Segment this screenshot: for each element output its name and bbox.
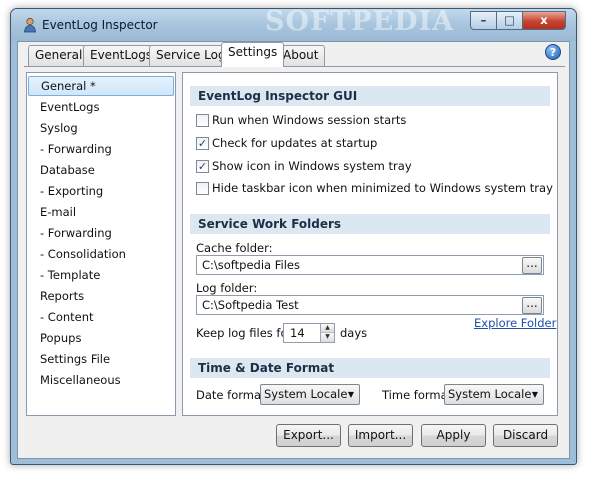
- nav-item-eventlogs[interactable]: EventLogs: [28, 97, 174, 117]
- cache-folder-value: C:\softpedia Files: [202, 258, 300, 272]
- watermark-text: SOFTPEDIA: [265, 6, 455, 37]
- chevron-down-icon: ▼: [347, 390, 354, 399]
- tab-strip-border: [24, 66, 565, 67]
- check-updates-checkbox[interactable]: ✓: [196, 137, 209, 150]
- window-title: EventLog Inspector: [42, 18, 158, 32]
- nav-item-database[interactable]: Database: [28, 160, 174, 180]
- nav-item-reports[interactable]: Reports: [28, 286, 174, 306]
- app-icon[interactable]: [22, 17, 38, 33]
- date-format-label: Date format:: [196, 388, 270, 402]
- maximize-button[interactable]: □: [496, 11, 523, 30]
- keep-log-days-stepper[interactable]: 14 ▲ ▼: [283, 323, 335, 343]
- apply-button[interactable]: Apply: [421, 424, 486, 447]
- show-tray-icon-checkbox[interactable]: ✓: [196, 160, 209, 173]
- nav-item-database-exporting[interactable]: - Exporting: [28, 181, 174, 201]
- section-header-time-date: Time & Date Format: [190, 358, 550, 378]
- section-header-gui: EventLog Inspector GUI: [190, 86, 550, 106]
- spin-down-icon[interactable]: ▼: [320, 333, 334, 342]
- cache-folder-browse-button[interactable]: ...: [522, 257, 542, 274]
- cache-folder-label: Cache folder:: [196, 241, 273, 255]
- show-tray-icon-label: Show icon in Windows system tray: [212, 159, 412, 173]
- nav-item-email[interactable]: E-mail: [28, 202, 174, 222]
- log-folder-value: C:\Softpedia Test: [202, 298, 299, 312]
- run-at-startup-checkbox[interactable]: [196, 114, 209, 127]
- close-button[interactable]: x: [522, 11, 566, 30]
- spin-up-icon[interactable]: ▲: [320, 324, 334, 333]
- time-format-select[interactable]: System Locale ▼: [444, 384, 544, 405]
- tab-settings[interactable]: Settings: [221, 42, 285, 67]
- nav-item-syslog-forwarding[interactable]: - Forwarding: [28, 139, 174, 159]
- nav-item-email-forwarding[interactable]: - Forwarding: [28, 223, 174, 243]
- help-icon[interactable]: ?: [545, 44, 561, 60]
- date-format-select[interactable]: System Locale ▼: [260, 384, 360, 405]
- nav-item-miscellaneous[interactable]: Miscellaneous: [28, 370, 174, 390]
- hide-taskbar-icon-checkbox[interactable]: [196, 182, 209, 195]
- minimize-icon: –: [480, 13, 487, 27]
- settings-category-list[interactable]: General * EventLogs Syslog - Forwarding …: [26, 72, 176, 416]
- log-folder-field[interactable]: C:\Softpedia Test: [196, 295, 544, 315]
- cache-folder-field[interactable]: C:\softpedia Files: [196, 255, 544, 275]
- nav-item-general[interactable]: General *: [28, 76, 174, 96]
- hide-taskbar-icon-label: Hide taskbar icon when minimized to Wind…: [212, 181, 553, 195]
- maximize-icon: □: [504, 13, 515, 27]
- keep-log-files-label: Keep log files for:: [196, 326, 296, 340]
- nav-item-syslog[interactable]: Syslog: [28, 118, 174, 138]
- check-updates-label: Check for updates at startup: [212, 136, 378, 150]
- import-button[interactable]: Import...: [348, 424, 413, 447]
- keep-log-days-value: 14: [290, 326, 305, 340]
- time-format-value: System Locale: [448, 387, 532, 401]
- log-folder-label: Log folder:: [196, 281, 258, 295]
- nav-item-email-template[interactable]: - Template: [28, 265, 174, 285]
- nav-item-settings-file[interactable]: Settings File: [28, 349, 174, 369]
- chevron-down-icon: ▼: [531, 390, 538, 399]
- explore-folder-link[interactable]: Explore Folder: [474, 316, 556, 330]
- tab-general[interactable]: General: [28, 45, 90, 66]
- nav-item-reports-content[interactable]: - Content: [28, 307, 174, 327]
- close-icon: x: [540, 13, 548, 27]
- tab-eventlogs[interactable]: EventLogs: [83, 45, 160, 66]
- nav-item-email-consolidation[interactable]: - Consolidation: [28, 244, 174, 264]
- run-at-startup-label: Run when Windows session starts: [212, 113, 407, 127]
- date-format-value: System Locale: [264, 387, 348, 401]
- minimize-button[interactable]: –: [470, 11, 497, 30]
- section-header-work-folders: Service Work Folders: [190, 214, 550, 234]
- export-button[interactable]: Export...: [276, 424, 341, 447]
- nav-item-popups[interactable]: Popups: [28, 328, 174, 348]
- log-folder-browse-button[interactable]: ...: [522, 297, 542, 314]
- discard-button[interactable]: Discard: [493, 424, 558, 447]
- keep-log-days-unit: days: [340, 326, 368, 340]
